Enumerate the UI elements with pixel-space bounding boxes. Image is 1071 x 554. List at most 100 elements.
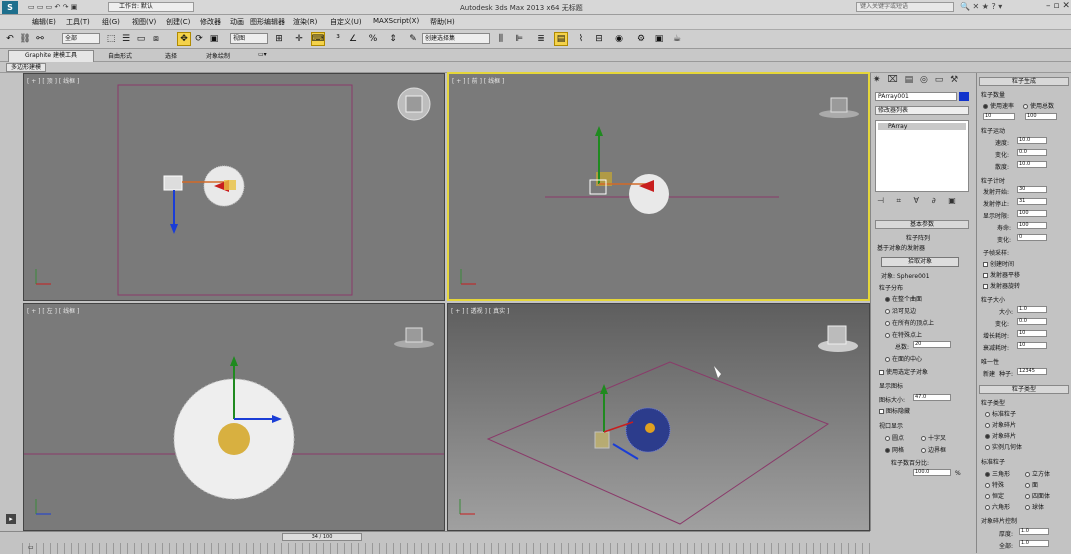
edit-named-sel-icon[interactable]: ✎: [406, 32, 420, 46]
stack-item[interactable]: PArray: [878, 123, 966, 130]
rotate-icon[interactable]: ⟳: [192, 32, 206, 46]
size-var-spinner[interactable]: 0.0: [1017, 318, 1047, 325]
menu-item[interactable]: 自定义(U): [330, 17, 362, 27]
std-option-0[interactable]: 三角形: [985, 469, 1010, 478]
schematic-view-icon[interactable]: ⊟: [592, 32, 606, 46]
align-icon[interactable]: ⊫: [512, 32, 526, 46]
emitter-translation-checkbox[interactable]: 发射器平移: [983, 270, 1020, 279]
use-rate-radio[interactable]: 使用速率: [983, 101, 1014, 110]
use-total-radio[interactable]: 使用总数: [1023, 101, 1054, 110]
vd-option-3[interactable]: 边界框: [921, 445, 946, 454]
curve-editor-icon[interactable]: ⌇: [574, 32, 588, 46]
emit-start-spinner[interactable]: 30: [1017, 186, 1047, 193]
object-name-field[interactable]: PArray001: [875, 92, 957, 101]
rendered-frame-icon[interactable]: ▣: [652, 32, 666, 46]
particle-gen-header[interactable]: 粒子生成: [979, 77, 1069, 86]
menu-item[interactable]: 创建(C): [166, 17, 190, 27]
ptype-3[interactable]: 实例几何体: [985, 442, 1022, 451]
named-selection-dropdown[interactable]: 创建选择集: [422, 33, 490, 44]
seed-spinner[interactable]: 12345: [1017, 368, 1047, 375]
workspace-dropdown[interactable]: 工作台: 默认: [108, 2, 194, 12]
icon-size-spinner[interactable]: 47.0: [913, 394, 951, 401]
search-field[interactable]: 键入关键字或短语: [856, 2, 954, 12]
menu-item[interactable]: 组(G): [102, 17, 120, 27]
std-option-1[interactable]: 立方体: [1025, 469, 1050, 478]
basic-params-header[interactable]: 基本参数: [875, 220, 969, 229]
variation-spinner[interactable]: 0.0: [1017, 149, 1047, 156]
ribbon-tab-freeform[interactable]: 自由形式: [108, 51, 132, 60]
ptype-1[interactable]: 对象碎片: [985, 420, 1016, 429]
display-until-spinner[interactable]: 100: [1017, 210, 1047, 217]
unlink-icon[interactable]: ⚯: [33, 32, 47, 46]
snap-icon[interactable]: ³: [331, 32, 345, 46]
use-selected-checkbox[interactable]: 使用选定子对象: [879, 367, 928, 376]
menu-item[interactable]: 视图(V): [132, 17, 156, 27]
std-option-5[interactable]: 四面体: [1025, 491, 1050, 500]
dist-option-2[interactable]: 在所有的顶点上: [885, 318, 934, 327]
dist-option-4[interactable]: 在面的中心: [885, 354, 922, 363]
keyboard-shortcut-icon[interactable]: ⌨: [311, 32, 325, 46]
layer-manager-icon[interactable]: ≣: [534, 32, 548, 46]
divergence-spinner[interactable]: 10.0: [1017, 161, 1047, 168]
material-editor-icon[interactable]: ◉: [612, 32, 626, 46]
mirror-icon[interactable]: ⫼: [494, 32, 508, 46]
new-seed-button[interactable]: 新建: [983, 369, 995, 378]
ribbon-options-icon[interactable]: ▭▾: [258, 51, 267, 58]
life-var-spinner[interactable]: 0: [1017, 234, 1047, 241]
vd-option-0[interactable]: 圆点: [885, 433, 904, 442]
std-option-2[interactable]: 特殊: [985, 480, 1004, 489]
timeline-toggle-icon[interactable]: ▭: [28, 544, 38, 552]
life-spinner[interactable]: 100: [1017, 222, 1047, 229]
total-spinner[interactable]: 20: [913, 341, 951, 348]
std-option-3[interactable]: 面: [1025, 480, 1038, 489]
ribbon-tab-selection[interactable]: 选择: [165, 51, 177, 60]
rect-select-icon[interactable]: ▭: [134, 32, 148, 46]
select-icon[interactable]: ⬚: [104, 32, 118, 46]
menu-item[interactable]: MAXScript(X): [373, 17, 419, 25]
menu-item[interactable]: 工具(T): [66, 17, 90, 27]
viewport-perspective[interactable]: [ + ] [ 透视 ] [ 真实 ]: [447, 303, 870, 531]
viewport-top[interactable]: [ + ] [ 顶 ] [ 线框 ]: [23, 73, 445, 301]
link-icon[interactable]: ⛓: [18, 32, 32, 46]
dist-option-1[interactable]: 沿可见边: [885, 306, 916, 315]
dist-option-0[interactable]: 在整个曲面: [885, 294, 922, 303]
menu-item[interactable]: 动画: [230, 17, 244, 27]
quick-access-icons[interactable]: ▭ ▭ ▭ ↶ ↷ ▣: [28, 3, 77, 11]
object-color-swatch[interactable]: [959, 92, 969, 101]
select-by-name-icon[interactable]: ☰: [119, 32, 133, 46]
vd-option-2[interactable]: 网格: [885, 445, 904, 454]
time-slider[interactable]: 34 / 100: [282, 533, 362, 541]
pivot-icon[interactable]: ⊞: [272, 32, 286, 46]
menu-item[interactable]: 修改器: [200, 17, 221, 27]
emit-stop-spinner[interactable]: 31: [1017, 198, 1047, 205]
ptype-0[interactable]: 标准粒子: [985, 409, 1016, 418]
ribbon-tab-graphite[interactable]: Graphite 建模工具: [8, 50, 94, 62]
std-option-6[interactable]: 六角形: [985, 502, 1010, 511]
menu-item[interactable]: 编辑(E): [32, 17, 56, 27]
cmd-tab-icons[interactable]: ✷ ⌧ ▤ ◎ ▭ ⚒: [873, 75, 960, 85]
percent-snap-icon[interactable]: %: [366, 32, 380, 46]
std-option-7[interactable]: 球体: [1025, 502, 1044, 511]
reference-coord-dropdown[interactable]: 视图: [230, 33, 268, 44]
scale-icon[interactable]: ▣: [207, 32, 221, 46]
window-controls[interactable]: – ▫ ✕: [1046, 1, 1070, 11]
speed-spinner[interactable]: 10.0: [1017, 137, 1047, 144]
menu-item[interactable]: 渲染(R): [293, 17, 317, 27]
grow-spinner[interactable]: 10: [1017, 330, 1047, 337]
emitter-rotation-checkbox[interactable]: 发射器旋转: [983, 281, 1020, 290]
menu-item[interactable]: 图形编辑器: [250, 17, 285, 27]
undo-icon[interactable]: ↶: [3, 32, 17, 46]
spinner-snap-icon[interactable]: ⇕: [386, 32, 400, 46]
stack-tools[interactable]: ⊣ ⌗ ∀ ∂ ▣: [877, 196, 961, 206]
particle-type-header[interactable]: 粒子类型: [979, 385, 1069, 394]
size-spinner[interactable]: 1.0: [1017, 306, 1047, 313]
render-production-icon[interactable]: ☕: [670, 32, 684, 46]
viewport-left[interactable]: [ + ] [ 左 ] [ 线框 ]: [23, 303, 445, 531]
icon-hidden-checkbox[interactable]: 图标隐藏: [879, 406, 910, 415]
app-logo-icon[interactable]: S: [2, 1, 18, 14]
fade-spinner[interactable]: 10: [1017, 342, 1047, 349]
percent-spinner[interactable]: 100.0: [913, 469, 951, 476]
rate-spinner[interactable]: 10: [983, 113, 1015, 120]
graphite-toggle-icon[interactable]: ▤: [554, 32, 568, 46]
dist-option-3[interactable]: 在特殊点上: [885, 330, 922, 339]
